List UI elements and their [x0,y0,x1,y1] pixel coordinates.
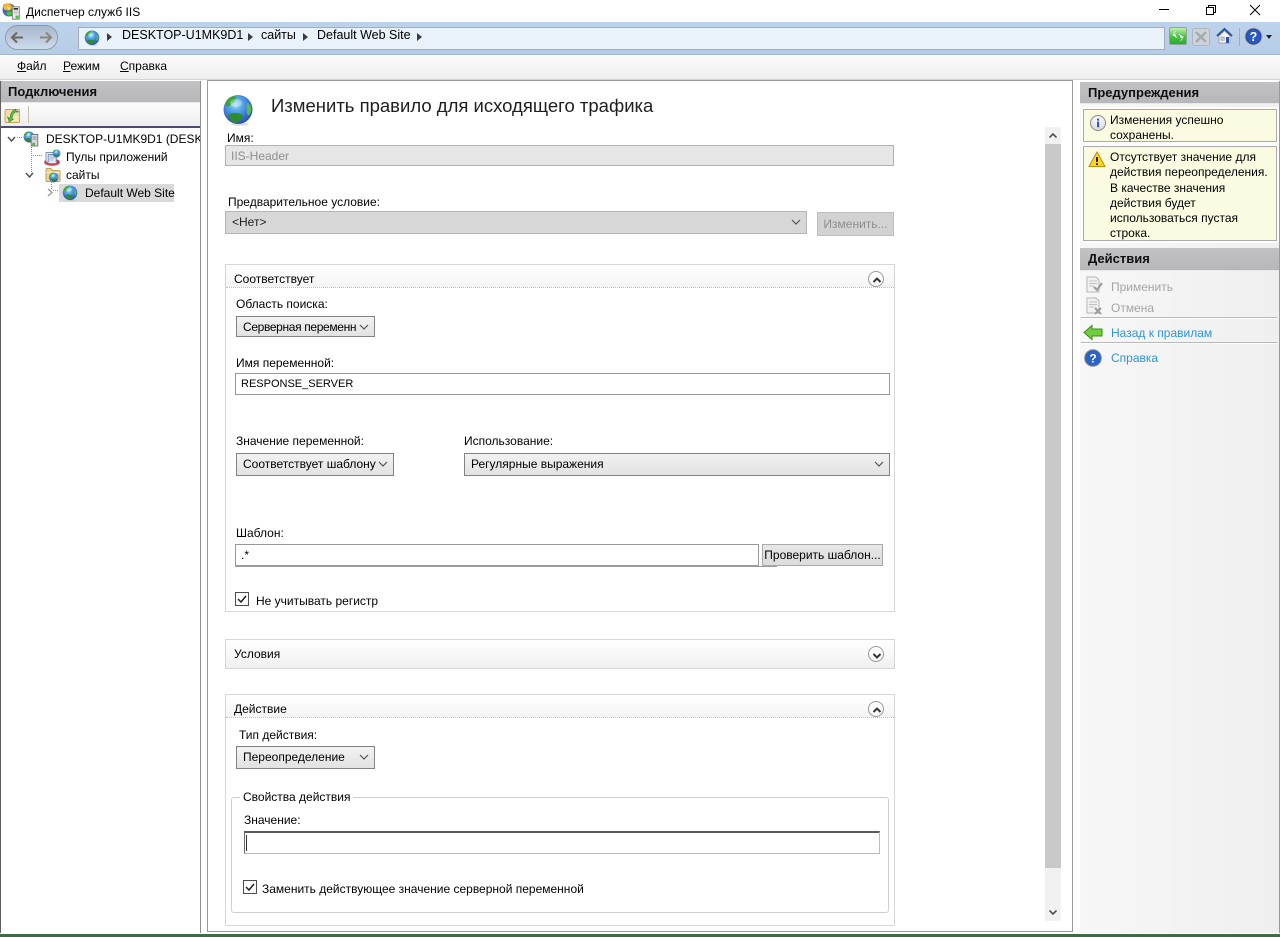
svg-text:?: ? [1250,30,1258,44]
svg-text:?: ? [1089,352,1096,366]
